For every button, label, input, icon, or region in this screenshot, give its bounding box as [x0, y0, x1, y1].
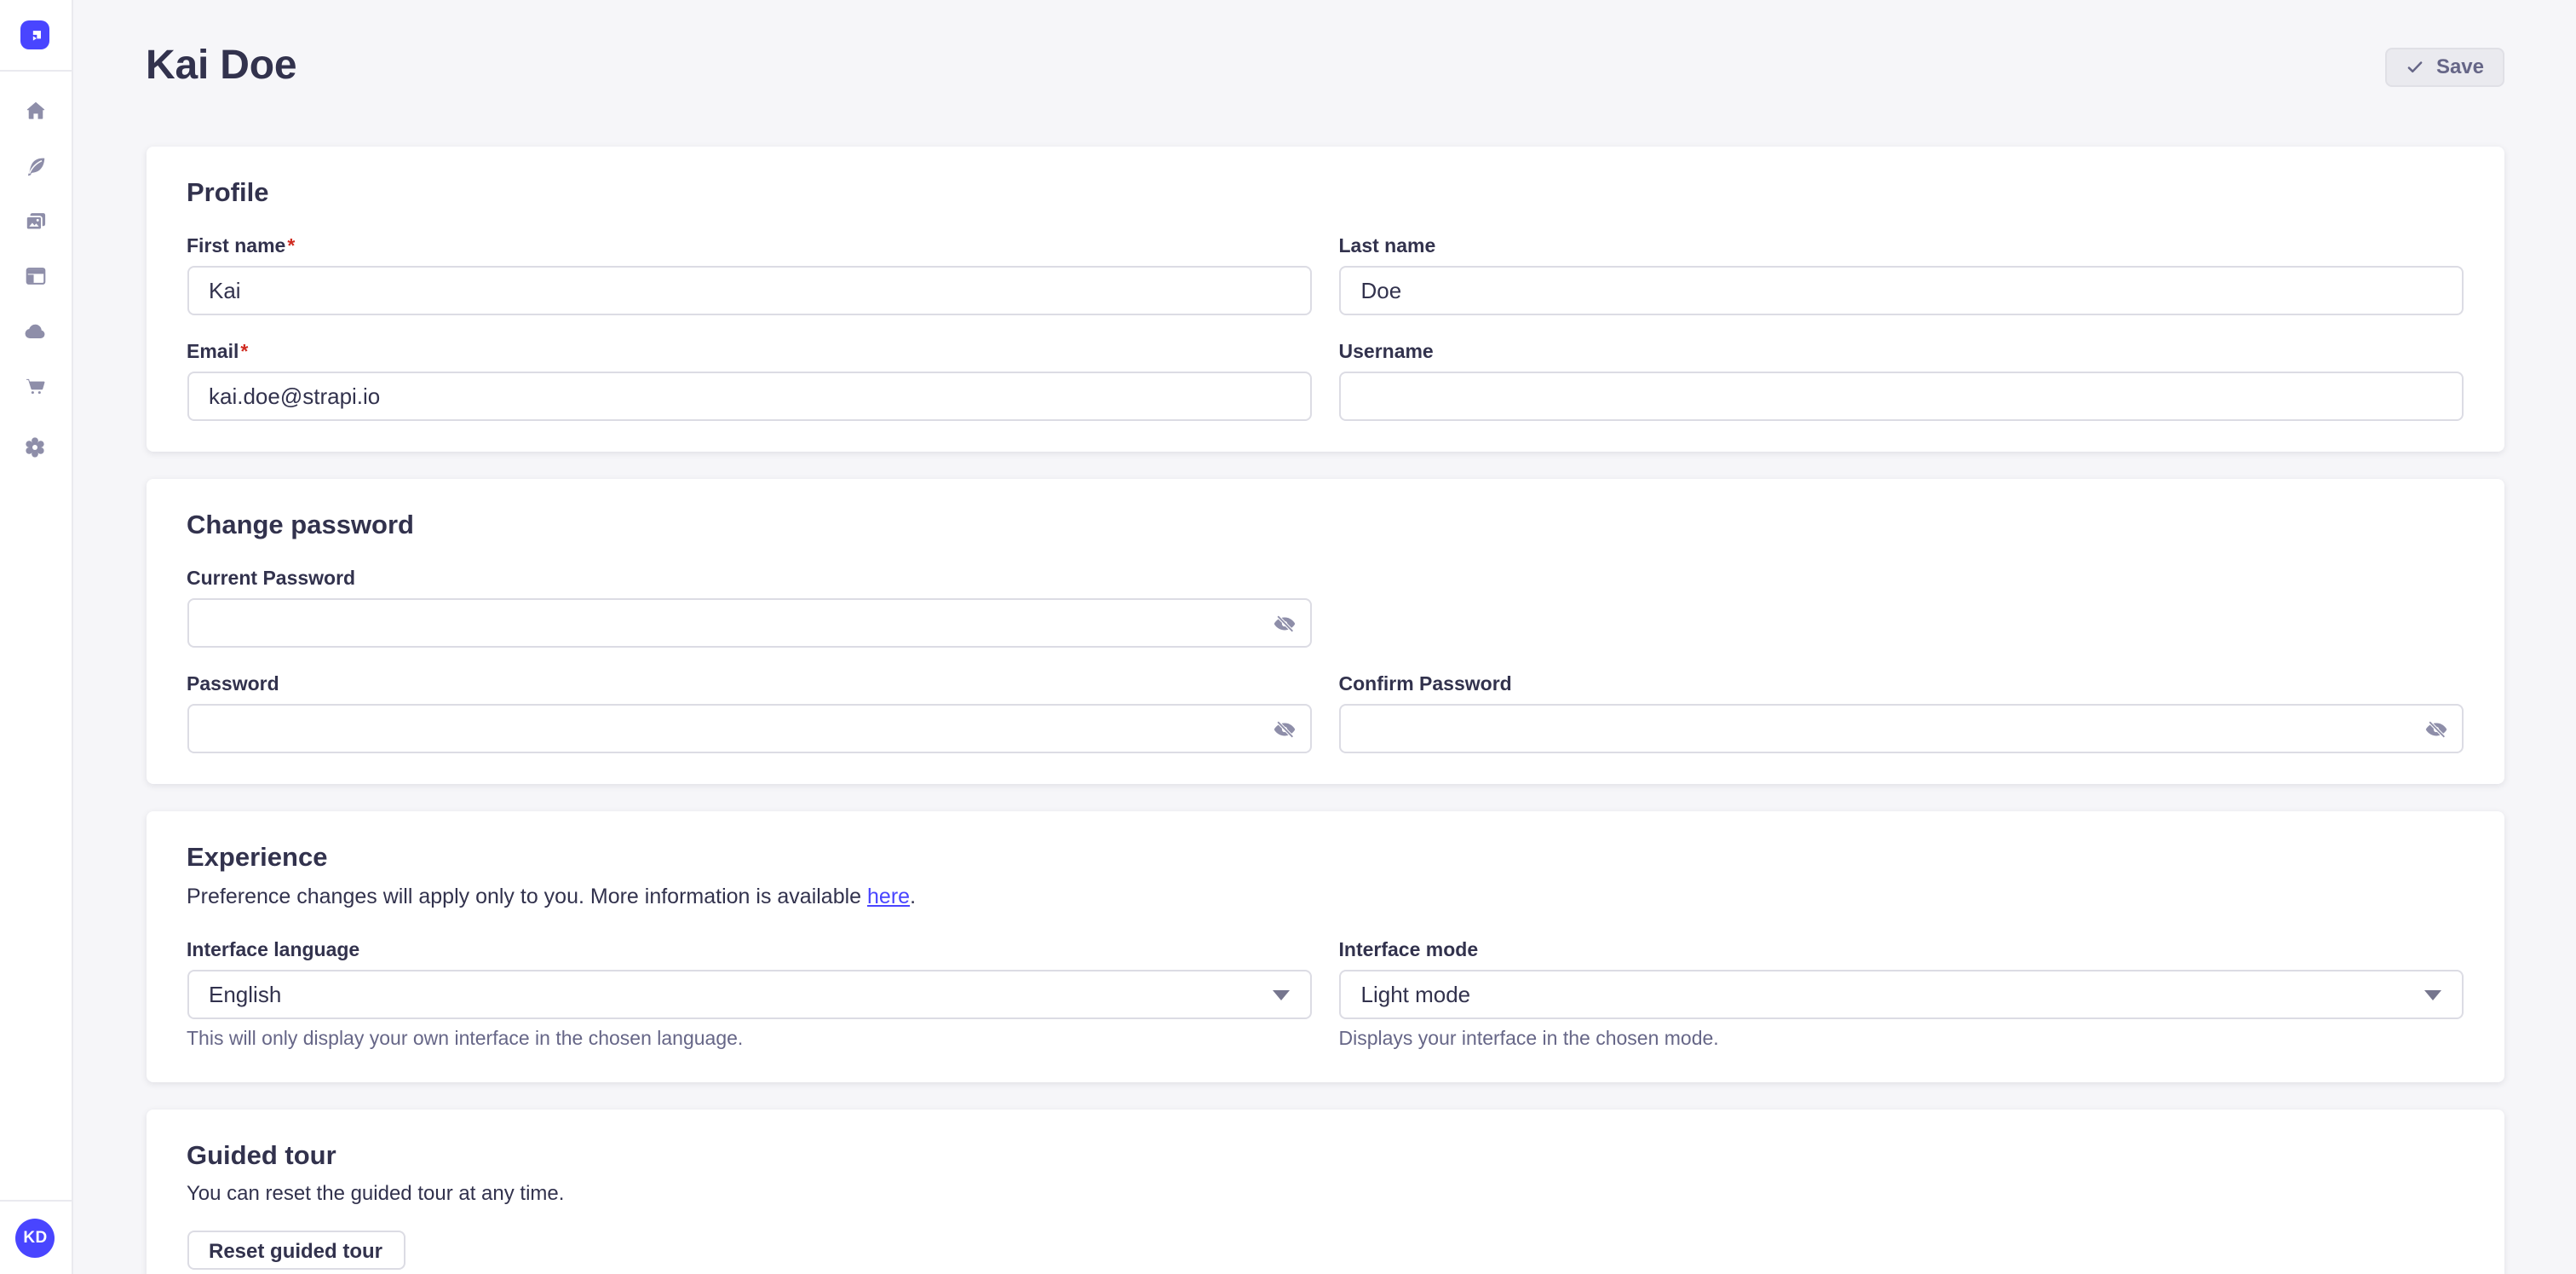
first-name-input[interactable]: [187, 266, 1312, 315]
current-password-field-group: Current Password: [187, 568, 1312, 648]
feather-icon: [24, 154, 48, 178]
confirm-password-input[interactable]: [1339, 704, 2464, 753]
interface-mode-field-group: Interface mode Light mode Displays your …: [1339, 939, 2464, 1052]
experience-card-title: Experience: [187, 842, 2464, 874]
interface-mode-select[interactable]: Light mode: [1339, 970, 2464, 1019]
profile-card: Profile First name* Last name Email*: [146, 147, 2504, 452]
interface-language-label: Interface language: [187, 939, 1312, 963]
password-form: Current Password: [187, 568, 2464, 753]
interface-language-select[interactable]: English: [187, 970, 1312, 1019]
interface-mode-label: Interface mode: [1339, 939, 2464, 963]
strapi-admin-app: KD Kai Doe Save Profile First name*: [0, 0, 2576, 1274]
eye-striked-icon: [2424, 717, 2448, 741]
email-label: Email*: [187, 341, 1312, 365]
last-name-input[interactable]: [1339, 266, 2464, 315]
profile-form: First name* Last name Email*: [187, 235, 2464, 421]
required-marker: *: [287, 237, 295, 257]
password-label: Password: [187, 673, 1312, 697]
username-label: Username: [1339, 341, 2464, 365]
sidebar-item-content-manager[interactable]: [0, 139, 71, 194]
confirm-password-label: Confirm Password: [1339, 673, 2464, 697]
chevron-down-icon: [2424, 989, 2441, 1000]
cloud-icon: [23, 320, 49, 345]
interface-language-hint: This will only display your own interfac…: [187, 1028, 1312, 1052]
password-field-group: Password: [187, 673, 1312, 753]
eye-striked-icon: [1273, 611, 1297, 635]
last-name-label: Last name: [1339, 235, 2464, 259]
main-content: Kai Doe Save Profile First name* Last: [74, 0, 2576, 1274]
toggle-current-password-visibility-button[interactable]: [1273, 611, 1297, 635]
layout-icon: [24, 265, 48, 289]
change-password-card-title: Change password: [187, 510, 2464, 542]
interface-mode-hint: Displays your interface in the chosen mo…: [1339, 1028, 2464, 1052]
sidebar-item-marketplace[interactable]: [0, 360, 71, 415]
page-header: Kai Doe Save: [146, 41, 2504, 92]
more-info-link[interactable]: here: [867, 885, 910, 908]
first-name-field-group: First name*: [187, 235, 1312, 315]
sidebar-item-home[interactable]: [0, 84, 71, 139]
username-field-group: Username: [1339, 341, 2464, 421]
check-icon: [2406, 57, 2424, 76]
toggle-password-visibility-button[interactable]: [1273, 717, 1297, 741]
sidebar-item-media-library[interactable]: [0, 194, 71, 250]
sidebar-nav: [0, 72, 71, 475]
password-input[interactable]: [187, 704, 1312, 753]
save-button-label: Save: [2436, 55, 2484, 78]
sidebar-item-settings[interactable]: [0, 420, 71, 476]
strapi-logo[interactable]: [21, 20, 50, 49]
current-password-label: Current Password: [187, 568, 1312, 591]
change-password-card: Change password Current Password: [146, 479, 2504, 784]
last-name-field-group: Last name: [1339, 235, 2464, 315]
gear-icon: [23, 435, 49, 460]
reset-guided-tour-button[interactable]: Reset guided tour: [187, 1231, 405, 1270]
sidebar-user-section: KD: [0, 1200, 71, 1274]
interface-mode-value: Light mode: [1361, 982, 1471, 1007]
guided-tour-card: Guided tour You can reset the guided tou…: [146, 1110, 2504, 1274]
required-marker: *: [240, 343, 248, 363]
username-input[interactable]: [1339, 372, 2464, 421]
first-name-label: First name*: [187, 235, 1312, 259]
media-library-icon: [24, 210, 48, 233]
sidebar: KD: [0, 0, 72, 1274]
toggle-confirm-password-visibility-button[interactable]: [2424, 717, 2448, 741]
email-input[interactable]: [187, 372, 1312, 421]
experience-description: Preference changes will apply only to yo…: [187, 883, 2464, 910]
eye-striked-icon: [1273, 717, 1297, 741]
sidebar-item-content-type-builder[interactable]: [0, 249, 71, 304]
interface-language-value: English: [209, 982, 281, 1007]
sidebar-logo-section: [0, 0, 71, 72]
strapi-logo-icon: [27, 26, 44, 43]
guided-tour-card-title: Guided tour: [187, 1140, 2464, 1173]
user-avatar[interactable]: KD: [16, 1219, 55, 1258]
experience-form: Interface language English This will onl…: [187, 939, 2464, 1052]
home-icon: [24, 99, 48, 123]
email-field-group: Email*: [187, 341, 1312, 421]
cart-icon: [24, 375, 48, 399]
experience-card: Experience Preference changes will apply…: [146, 811, 2504, 1082]
save-button[interactable]: Save: [2385, 47, 2504, 86]
confirm-password-field-group: Confirm Password: [1339, 673, 2464, 753]
interface-language-field-group: Interface language English This will onl…: [187, 939, 1312, 1052]
profile-card-title: Profile: [187, 177, 2464, 210]
current-password-input[interactable]: [187, 598, 1312, 648]
guided-tour-description: You can reset the guided tour at any tim…: [187, 1181, 2464, 1207]
chevron-down-icon: [1273, 989, 1290, 1000]
sidebar-item-cloud[interactable]: [0, 304, 71, 360]
page-title: Kai Doe: [146, 41, 296, 92]
